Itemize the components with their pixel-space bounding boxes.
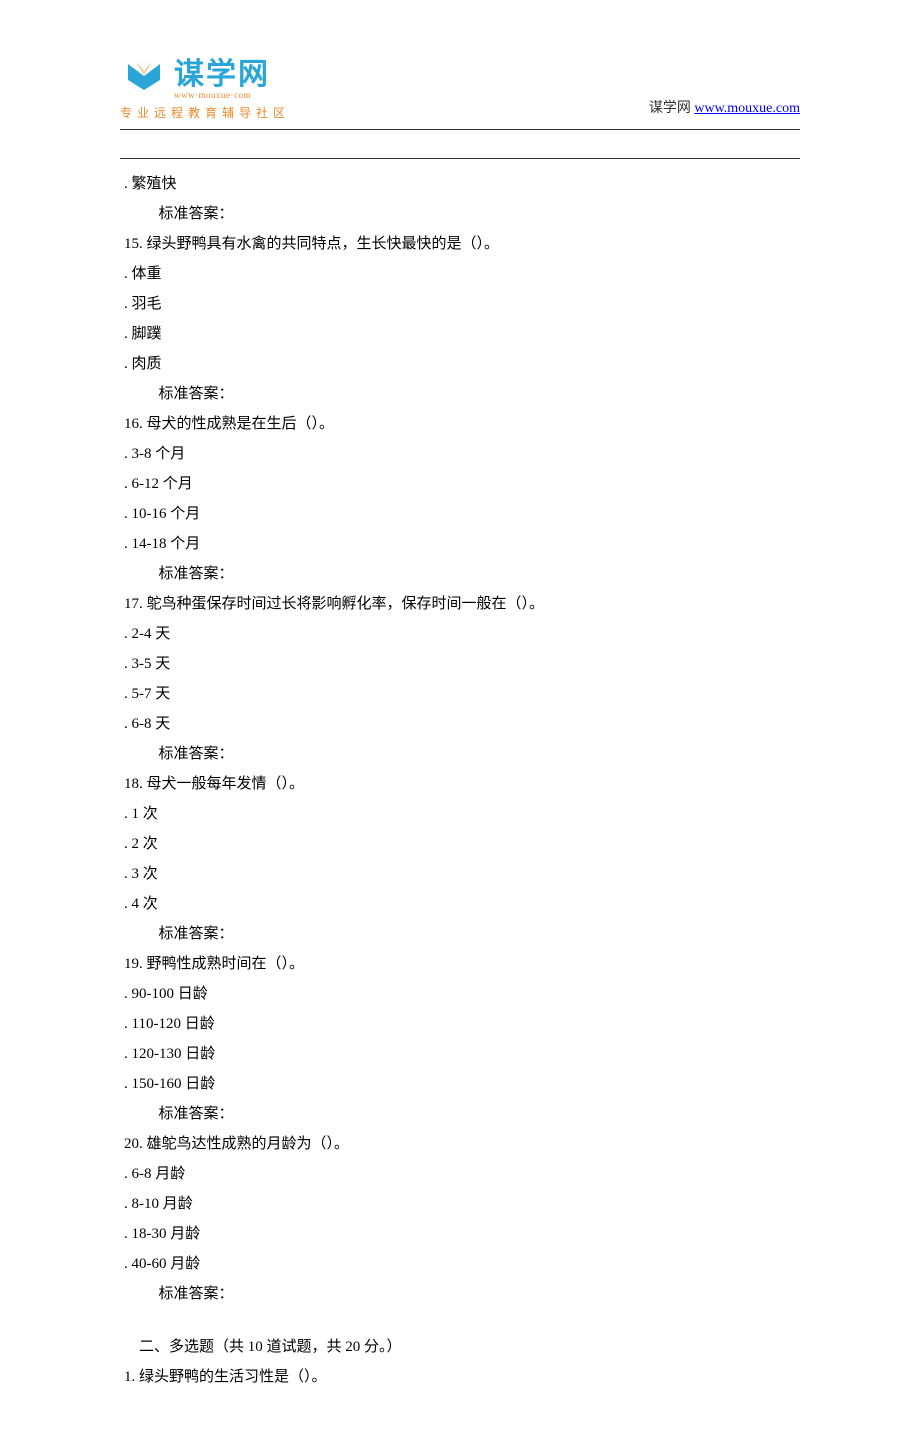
- question-option: 6-8 天: [124, 709, 796, 739]
- question-option: 110-120 日龄: [124, 1009, 796, 1039]
- question-option: 繁殖快: [124, 169, 796, 199]
- question-option: 体重: [124, 259, 796, 289]
- answer-label: 标准答案：: [124, 1099, 796, 1129]
- section-heading: 二、多选题（共 10 道试题，共 20 分。）: [124, 1332, 796, 1362]
- logo-row: 谋学网 www·mouxue·com: [120, 60, 290, 100]
- question-option: 6-8 月龄: [124, 1159, 796, 1189]
- question-option: 3-8 个月: [124, 439, 796, 469]
- question-option: 6-12 个月: [124, 469, 796, 499]
- answer-label: 标准答案：: [124, 559, 796, 589]
- question-option: 3-5 天: [124, 649, 796, 679]
- answer-label: 标准答案：: [124, 739, 796, 769]
- question-option: 4 次: [124, 889, 796, 919]
- header-site-name: 谋学网: [649, 101, 691, 116]
- question-option: 14-18 个月: [124, 529, 796, 559]
- logo-main-text: 谋学网: [174, 60, 270, 90]
- logo-icon: [120, 60, 168, 100]
- question-option: 40-60 月龄: [124, 1249, 796, 1279]
- question-option: 5-7 天: [124, 679, 796, 709]
- logo-text: 谋学网 www·mouxue·com: [174, 60, 270, 100]
- answer-label: 标准答案：: [124, 379, 796, 409]
- question-stem: 18. 母犬一般每年发情（）。: [124, 769, 796, 799]
- question-option: 羽毛: [124, 289, 796, 319]
- answer-label: 标准答案：: [124, 1279, 796, 1309]
- logo-block: 谋学网 www·mouxue·com 专业远程教育辅导社区: [120, 60, 290, 121]
- question-stem: 20. 雄鸵鸟达性成熟的月龄为（）。: [124, 1129, 796, 1159]
- question-option: 2-4 天: [124, 619, 796, 649]
- document-page: 谋学网 www·mouxue·com 专业远程教育辅导社区 谋学网 www.mo…: [0, 0, 920, 1452]
- header-divider: [120, 158, 800, 159]
- logo-tagline: 专业远程教育辅导社区: [120, 104, 290, 121]
- answer-label: 标准答案：: [124, 919, 796, 949]
- question-option: 150-160 日龄: [124, 1069, 796, 1099]
- question-option: 脚蹼: [124, 319, 796, 349]
- question-option: 18-30 月龄: [124, 1219, 796, 1249]
- header-site-link[interactable]: www.mouxue.com: [694, 101, 800, 116]
- question-stem: 15. 绿头野鸭具有水禽的共同特点，生长快最快的是（）。: [124, 229, 796, 259]
- logo-sub-text: www·mouxue·com: [174, 91, 270, 100]
- document-content: 繁殖快标准答案：15. 绿头野鸭具有水禽的共同特点，生长快最快的是（）。体重羽毛…: [120, 169, 800, 1392]
- question-option: 8-10 月龄: [124, 1189, 796, 1219]
- question-option: 120-130 日龄: [124, 1039, 796, 1069]
- question-option: 肉质: [124, 349, 796, 379]
- question-option: 10-16 个月: [124, 499, 796, 529]
- page-header: 谋学网 www·mouxue·com 专业远程教育辅导社区 谋学网 www.mo…: [120, 60, 800, 130]
- question-stem: 19. 野鸭性成熟时间在（）。: [124, 949, 796, 979]
- question-option: 3 次: [124, 859, 796, 889]
- answer-label: 标准答案：: [124, 199, 796, 229]
- question-option: 1 次: [124, 799, 796, 829]
- question-stem: 1. 绿头野鸭的生活习性是（）。: [124, 1362, 796, 1392]
- question-option: 2 次: [124, 829, 796, 859]
- header-right: 谋学网 www.mouxue.com: [649, 97, 800, 121]
- question-stem: 17. 鸵鸟种蛋保存时间过长将影响孵化率，保存时间一般在（）。: [124, 589, 796, 619]
- question-stem: 16. 母犬的性成熟是在生后（）。: [124, 409, 796, 439]
- question-option: 90-100 日龄: [124, 979, 796, 1009]
